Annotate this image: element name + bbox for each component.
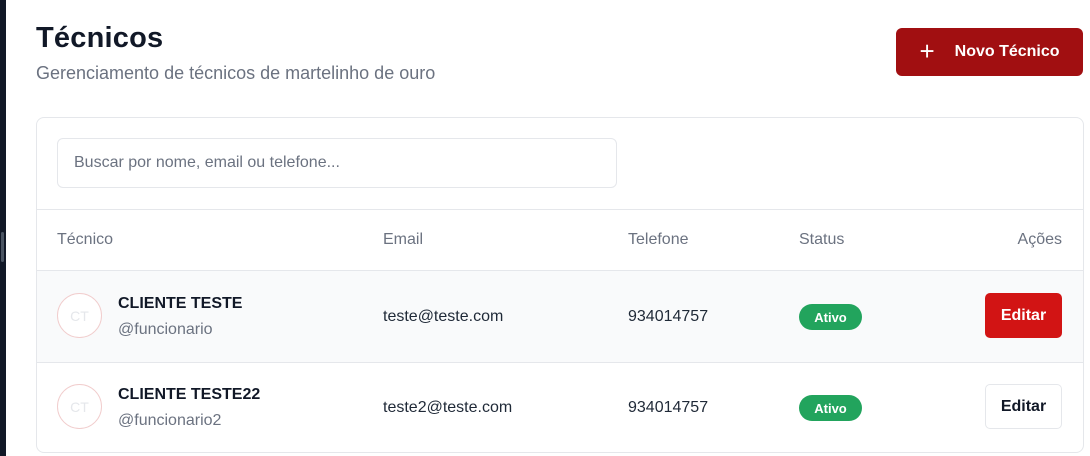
- table-header: Técnico Email Telefone Status Ações: [37, 209, 1083, 271]
- technician-email: teste@teste.com: [383, 308, 504, 325]
- column-header-actions: Ações: [1017, 231, 1062, 248]
- search-input[interactable]: [57, 138, 617, 188]
- page-subtitle: Gerenciamento de técnicos de martelinho …: [36, 63, 436, 83]
- technician-phone: 934014757: [628, 308, 709, 325]
- technician-name: CLIENTE TESTE22: [118, 386, 261, 403]
- new-technician-label: Novo Técnico: [954, 43, 1060, 60]
- technician-email: teste2@teste.com: [383, 399, 513, 416]
- technician-name: CLIENTE TESTE: [118, 295, 243, 312]
- avatar: CT: [57, 293, 102, 338]
- status-badge: Ativo: [799, 304, 862, 330]
- page-title: Técnicos: [36, 22, 164, 54]
- technician-username: @funcionario: [118, 321, 213, 338]
- technicians-card: Técnico Email Telefone Status Ações CT C…: [36, 117, 1084, 453]
- column-header-technician: Técnico: [57, 231, 114, 248]
- column-header-email: Email: [383, 231, 424, 248]
- new-technician-button[interactable]: + Novo Técnico: [896, 28, 1083, 76]
- table-row: CT CLIENTE TESTE @funcionario teste@test…: [37, 271, 1083, 363]
- sidebar-edge: [0, 0, 6, 456]
- column-header-status: Status: [799, 231, 845, 248]
- plus-icon: +: [919, 35, 935, 66]
- status-badge: Ativo: [799, 395, 862, 421]
- edit-button[interactable]: Editar: [985, 384, 1062, 429]
- avatar: CT: [57, 384, 102, 429]
- resize-handle[interactable]: [1, 232, 4, 262]
- table-row: CT CLIENTE TESTE22 @funcionario2 teste2@…: [37, 362, 1083, 452]
- edit-button[interactable]: Editar: [985, 293, 1062, 338]
- technician-username: @funcionario2: [118, 412, 222, 429]
- technician-phone: 934014757: [628, 399, 709, 416]
- column-header-phone: Telefone: [628, 231, 689, 248]
